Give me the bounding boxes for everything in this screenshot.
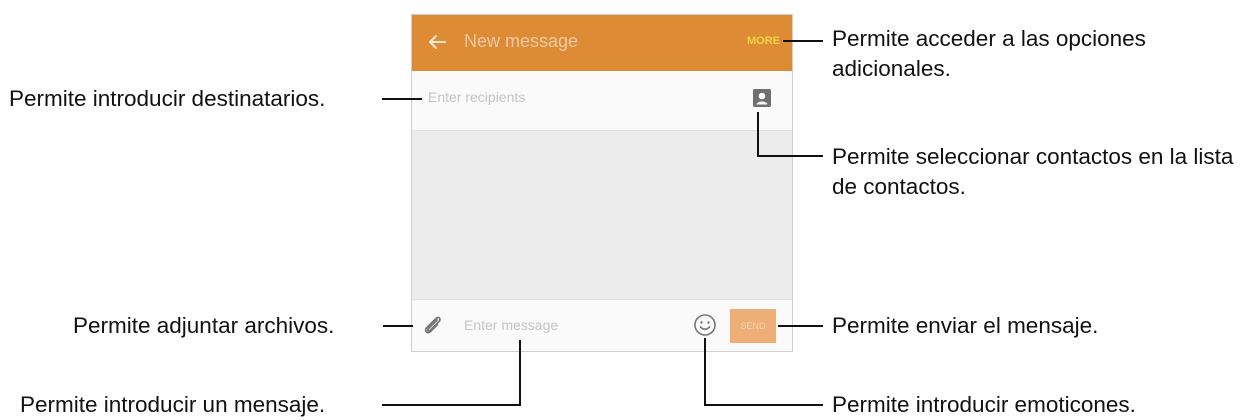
arrow-left-icon[interactable]: [426, 31, 448, 53]
callout-recipients: Permite introducir destinatarios.: [9, 86, 326, 111]
callout-line-contacts-v: [757, 112, 759, 157]
callout-contacts: Permite seleccionar contactos en la list…: [832, 144, 1234, 199]
compose-bar: Enter message SEND: [412, 299, 792, 351]
callout-line-contacts-h: [757, 155, 823, 157]
app-bar: New message MORE: [412, 15, 792, 71]
message-body-area: [412, 131, 792, 301]
callout-message: Permite introducir un mensaje.: [20, 392, 326, 417]
callout-line-emoji-h: [704, 404, 823, 406]
callout-line-attach: [383, 325, 413, 327]
more-button[interactable]: MORE: [747, 35, 780, 47]
callout-send: Permite enviar el mensaje.: [832, 313, 1099, 338]
send-button[interactable]: SEND: [730, 309, 776, 343]
callout-line-more: [783, 40, 823, 42]
callout-line-recipients: [382, 98, 422, 100]
recipient-row: Enter recipients: [412, 71, 792, 131]
phone-screen: New message MORE Enter recipients Enter …: [411, 14, 793, 352]
callout-line-emoji-v: [704, 338, 706, 406]
callout-more: Permite acceder a las opciones adicional…: [832, 26, 1146, 81]
smiley-icon[interactable]: [692, 312, 718, 338]
paperclip-icon[interactable]: [420, 312, 446, 338]
screen-title: New message: [464, 31, 579, 51]
contact-card-icon[interactable]: [752, 88, 772, 108]
callout-line-send: [778, 325, 823, 327]
callout-line-message-v: [519, 340, 521, 406]
callout-line-message-h: [382, 404, 521, 406]
callout-attach: Permite adjuntar archivos.: [73, 313, 335, 338]
recipient-input[interactable]: Enter recipients: [428, 89, 525, 105]
callout-emoji: Permite introducir emoticones.: [832, 392, 1136, 417]
message-input[interactable]: Enter message: [464, 317, 558, 333]
